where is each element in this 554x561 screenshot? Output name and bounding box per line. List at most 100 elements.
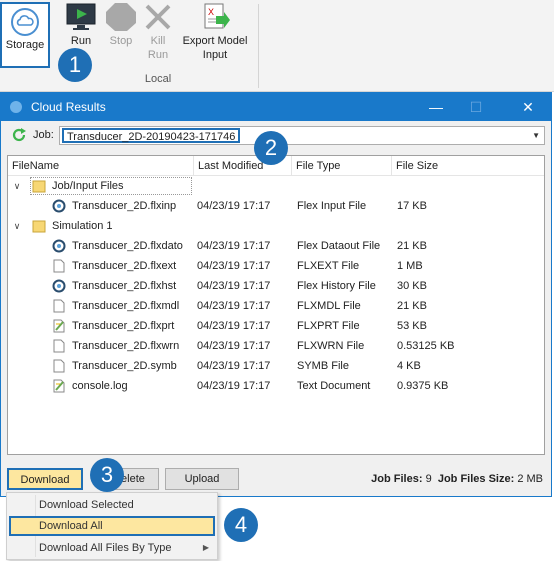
stop-icon — [106, 3, 136, 31]
job-files-count: 9 — [425, 473, 432, 485]
file-last-modified: 04/23/19 17:17 — [197, 320, 271, 332]
file-row[interactable]: Transducer_2D.symb 04/23/19 17:17 SYMB Fil… — [8, 356, 544, 376]
column-header-filename[interactable]: FileName — [8, 156, 194, 176]
flex-file-icon — [52, 239, 66, 253]
export-excel-icon: X — [204, 3, 230, 29]
menu-item-download-all-by-type[interactable]: Download All Files By Type ▶ — [9, 538, 215, 558]
file-name: console.log — [72, 380, 128, 392]
file-type: Flex History File — [297, 280, 376, 292]
file-size: 0.9375 KB — [397, 380, 449, 392]
export-model-input-label: Export Model Input — [182, 35, 248, 61]
column-header-file-size[interactable]: File Size — [392, 156, 482, 176]
expand-chevron-icon[interactable]: ∨ — [12, 176, 22, 196]
stop-button[interactable]: Stop — [102, 2, 140, 48]
expand-chevron-icon[interactable]: ∨ — [12, 216, 22, 236]
file-row[interactable]: Transducer_2D.flxwrn 04/23/19 17:17 FLXWRN… — [8, 336, 544, 356]
file-last-modified: 04/23/19 17:17 — [197, 340, 271, 352]
folder-row[interactable]: ∨ Job/Input Files — [8, 176, 544, 196]
file-last-modified: 04/23/19 17:17 — [197, 300, 271, 312]
file-name: Transducer_2D.flxdato — [72, 240, 183, 252]
job-files-size-label: Job Files Size: — [437, 473, 515, 485]
file-row[interactable]: console.log 04/23/19 17:17 Text Document 0.… — [8, 376, 544, 396]
file-type: Flex Input File — [297, 200, 367, 212]
file-last-modified: 04/23/19 17:17 — [197, 260, 271, 272]
file-size: 4 KB — [397, 360, 421, 372]
menu-item-download-all[interactable]: Download All — [9, 516, 215, 536]
file-type: FLXEXT File — [297, 260, 360, 272]
file-name: Transducer_2D.flxmdl — [72, 300, 180, 312]
file-type: Flex Dataout File — [297, 240, 381, 252]
refresh-icon[interactable] — [11, 127, 27, 143]
file-last-modified: 04/23/19 17:17 — [197, 380, 271, 392]
file-name: Transducer_2D.flxext — [72, 260, 177, 272]
file-row[interactable]: Transducer_2D.flxmdl 04/23/19 17:17 FLXMDL… — [8, 296, 544, 316]
app-icon — [10, 101, 22, 113]
upload-button[interactable]: Upload — [165, 468, 239, 490]
blank-file-icon — [52, 339, 66, 353]
file-tree-list[interactable]: FileName Last Modified File Type File Si… — [7, 155, 545, 455]
minimize-icon[interactable]: — — [419, 96, 453, 118]
close-icon[interactable]: ✕ — [511, 96, 545, 118]
download-menu: Download Selected Download All Download … — [6, 492, 218, 560]
file-row[interactable]: Transducer_2D.flxext 04/23/19 17:17 FLXEXT… — [8, 256, 544, 276]
kill-x-icon — [145, 4, 171, 30]
file-last-modified: 04/23/19 17:17 — [197, 280, 271, 292]
dialog-titlebar[interactable]: Cloud Results — ☐ ✕ — [1, 93, 551, 121]
file-name: Transducer_2D.flxhst — [72, 280, 177, 292]
export-model-input-button[interactable]: X Export Model Input — [178, 2, 252, 62]
submenu-arrow-icon: ▶ — [202, 543, 209, 552]
folder-row[interactable]: ∨ Simulation 1 — [8, 216, 544, 236]
edit-file-icon — [52, 379, 66, 393]
dialog-title: Cloud Results — [31, 100, 106, 114]
file-size: 30 KB — [397, 280, 427, 292]
file-row[interactable]: Transducer_2D.flxhst 04/23/19 17:17 Flex H… — [8, 276, 544, 296]
file-size: 17 KB — [397, 200, 427, 212]
download-button[interactable]: Download — [7, 468, 83, 490]
flex-file-icon — [52, 279, 66, 293]
file-size: 53 KB — [397, 320, 427, 332]
file-row[interactable]: Transducer_2D.flxinp 04/23/19 17:17 Flex I… — [8, 196, 544, 216]
file-type: FLXMDL File — [297, 300, 361, 312]
monitor-play-icon — [66, 3, 96, 30]
run-button[interactable]: Run — [62, 2, 100, 48]
stop-label: Stop — [109, 35, 133, 47]
menu-item-download-selected[interactable]: Download Selected — [9, 495, 215, 515]
column-header-file-type[interactable]: File Type — [292, 156, 392, 176]
flex-file-icon — [52, 199, 66, 213]
callout-3: 3 — [90, 458, 124, 492]
dialog-button-bar: Download Delete Upload Job Files: 9 Job … — [1, 463, 551, 491]
ribbon-group-local-label: Local — [144, 73, 172, 85]
job-dropdown-value: Transducer_2D-20190423-171746 — [62, 128, 241, 143]
file-last-modified: 04/23/19 17:17 — [197, 360, 271, 372]
run-label: Run — [70, 35, 92, 47]
file-last-modified: 04/23/19 17:17 — [197, 240, 271, 252]
kill-run-button[interactable]: Kill Run — [140, 2, 176, 62]
file-last-modified: 04/23/19 17:17 — [197, 200, 271, 212]
file-type: FLXWRN File — [297, 340, 365, 352]
file-name: Transducer_2D.symb — [72, 360, 177, 372]
blank-file-icon — [52, 299, 66, 313]
storage-button[interactable]: Storage — [0, 2, 50, 68]
file-size: 1 MB — [397, 260, 423, 272]
file-size: 21 KB — [397, 240, 427, 252]
kill-run-label: Kill Run — [147, 35, 169, 61]
file-size: 0.53125 KB — [397, 340, 455, 352]
job-dropdown[interactable]: Transducer_2D-20190423-171746 ▼ — [59, 126, 545, 145]
file-type: FLXPRT File — [297, 320, 360, 332]
folder-name: Simulation 1 — [52, 220, 113, 232]
file-row[interactable]: Transducer_2D.flxdato 04/23/19 17:17 Flex … — [8, 236, 544, 256]
maximize-icon[interactable]: ☐ — [459, 96, 493, 118]
svg-text:X: X — [208, 7, 214, 17]
folder-icon — [32, 179, 46, 193]
job-files-size-value: 2 MB — [517, 473, 543, 485]
file-row[interactable]: Transducer_2D.flxprt 04/23/19 17:17 FLXPRT… — [8, 316, 544, 336]
file-name: Transducer_2D.flxprt — [72, 320, 175, 332]
job-files-label: Job Files: — [371, 473, 423, 485]
edit-file-icon — [52, 319, 66, 333]
menu-item-download-all-by-type-label: Download All Files By Type — [39, 542, 172, 554]
callout-2: 2 — [254, 131, 288, 165]
job-stats: Job Files: 9 Job Files Size: 2 MB — [371, 473, 543, 485]
chevron-down-icon[interactable]: ▼ — [532, 131, 540, 140]
blank-file-icon — [52, 259, 66, 273]
callout-1: 1 — [58, 48, 92, 82]
